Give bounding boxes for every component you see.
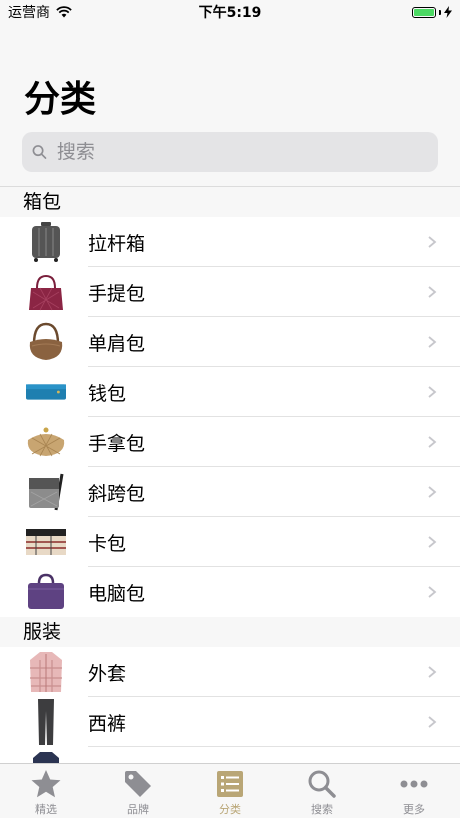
wallet-thumb (26, 372, 66, 412)
tab-categories[interactable]: 分类 (184, 764, 276, 818)
list-item[interactable]: 西裤 (0, 697, 460, 747)
shoulder-bag-thumb (26, 322, 66, 362)
search-input[interactable] (54, 140, 428, 164)
list-item-label: 手提包 (88, 282, 146, 305)
tab-brands[interactable]: 品牌 (92, 764, 184, 818)
list-item-label: 斜跨包 (88, 482, 146, 505)
chevron-right-icon (428, 716, 437, 728)
list-item[interactable]: 单肩包 (0, 317, 460, 367)
list-item-label: 电脑包 (88, 582, 146, 605)
battery-fill (414, 8, 434, 16)
chevron-right-icon (428, 436, 437, 448)
wifi-icon (56, 6, 72, 18)
list-icon (217, 771, 243, 797)
carrier-label: 运营商 (8, 5, 50, 21)
tab-label: 分类 (219, 803, 241, 816)
list-item-label: 手拿包 (88, 432, 146, 455)
page-title: 分类 (24, 79, 97, 120)
list-item[interactable]: 钱包 (0, 367, 460, 417)
category-list[interactable]: 箱包 拉杆箱 手提包 单肩包 钱包 手拿包 斜跨包 卡包 电脑包 服装 外套 西… (0, 186, 460, 764)
chevron-right-icon (428, 286, 437, 298)
search-icon (308, 770, 336, 798)
section-header-bags: 箱包 (0, 187, 460, 217)
list-item-label: 单肩包 (88, 332, 146, 355)
charging-icon (444, 6, 452, 18)
list-item-label: 拉杆箱 (88, 232, 146, 255)
star-icon (31, 770, 61, 798)
chevron-right-icon (428, 666, 437, 678)
list-item[interactable] (0, 747, 460, 764)
list-item[interactable]: 拉杆箱 (0, 217, 460, 267)
tab-search[interactable]: 搜索 (276, 764, 368, 818)
laptop-bag-thumb (26, 572, 66, 612)
status-left: 运营商 (8, 2, 72, 22)
handbag-thumb (26, 272, 66, 312)
list-item[interactable]: 手拿包 (0, 417, 460, 467)
tab-featured[interactable]: 精选 (0, 764, 92, 818)
list-item[interactable]: 手提包 (0, 267, 460, 317)
card-holder-thumb (26, 522, 66, 562)
battery-icon (412, 6, 436, 18)
search-icon (32, 145, 47, 159)
section-header-clothing: 服装 (0, 617, 460, 647)
chevron-right-icon (428, 236, 437, 248)
suitcase-thumb (26, 222, 66, 262)
more-icon (400, 780, 428, 788)
list-item-label: 西裤 (88, 712, 127, 735)
list-item-label: 外套 (88, 662, 127, 685)
search-bar[interactable] (22, 132, 438, 172)
list-item-label: 卡包 (88, 532, 127, 555)
chevron-right-icon (428, 386, 437, 398)
tab-label: 精选 (35, 803, 57, 816)
coat-thumb (26, 652, 66, 692)
list-item[interactable]: 电脑包 (0, 567, 460, 617)
tab-more[interactable]: 更多 (368, 764, 460, 818)
list-item-label: 钱包 (88, 382, 127, 405)
list-item[interactable]: 外套 (0, 647, 460, 697)
status-bar: 运营商 下午5:19 (0, 0, 460, 24)
list-item[interactable]: 斜跨包 (0, 467, 460, 517)
battery-indicator (412, 6, 452, 18)
chevron-right-icon (428, 536, 437, 548)
tab-label: 品牌 (127, 803, 149, 816)
trousers-thumb (26, 699, 66, 745)
clutch-thumb (26, 422, 66, 462)
tab-bar: 精选 品牌 分类 搜索 更多 (0, 763, 460, 818)
chevron-right-icon (428, 486, 437, 498)
chevron-right-icon (428, 336, 437, 348)
list-item[interactable]: 卡包 (0, 517, 460, 567)
chevron-right-icon (428, 586, 437, 598)
crossbody-bag-thumb (26, 472, 66, 512)
tag-icon (125, 771, 151, 797)
tab-label: 搜索 (311, 803, 333, 816)
tab-label: 更多 (403, 803, 425, 816)
